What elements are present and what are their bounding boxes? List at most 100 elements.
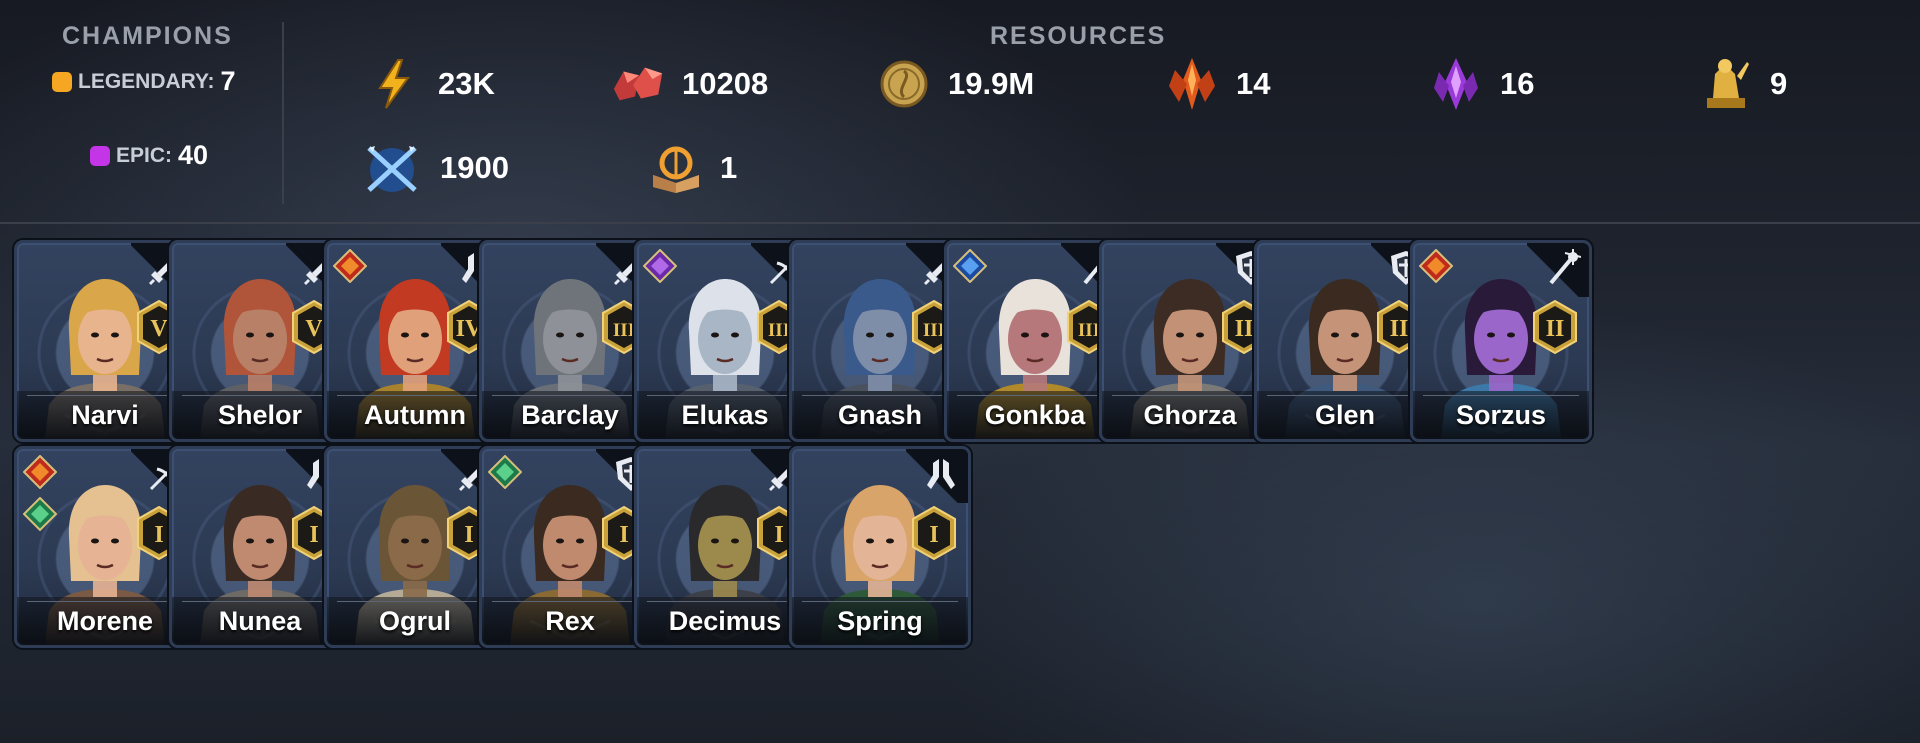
champion-name-bar: Spring — [792, 597, 968, 645]
champion-name-bar: Ogrul — [327, 597, 503, 645]
resource-void-shards[interactable]: 16 — [1428, 56, 1534, 112]
rubies-value: 10208 — [682, 66, 769, 101]
champion-name-bar: Elukas — [637, 391, 813, 439]
champion-name-bar: Decimus — [637, 597, 813, 645]
champions-title: CHAMPIONS — [62, 22, 233, 50]
champion-name: Elukas — [681, 399, 769, 430]
champion-card-spring[interactable]: I Spring — [789, 446, 971, 648]
ancient-shards-value: 14 — [1236, 66, 1271, 101]
silver-coin-icon — [876, 56, 932, 112]
spirit-affinity-icon — [22, 496, 58, 532]
defense-icon — [1543, 249, 1582, 287]
champion-name: Nunea — [218, 605, 302, 636]
svg-text:I: I — [464, 522, 473, 548]
force-affinity-icon — [332, 248, 368, 284]
champion-name: Spring — [837, 605, 923, 636]
champion-name: Gonkba — [984, 399, 1086, 430]
champion-name-bar: Gonkba — [947, 391, 1123, 439]
champion-name-bar: Barclay — [482, 391, 658, 439]
void-affinity-icon — [642, 248, 678, 284]
svg-text:II: II — [1390, 316, 1409, 342]
svg-text:I: I — [619, 522, 628, 548]
champion-name-bar: Glen — [1257, 391, 1433, 439]
champions-summary: CHAMPIONS LEGENDARY: 7 EPIC: 40 — [0, 0, 282, 222]
legendary-count-row: LEGENDARY: 7 — [52, 66, 236, 97]
void-shard-icon — [1428, 56, 1484, 112]
epic-count: 40 — [178, 140, 209, 170]
svg-text:III: III — [1078, 320, 1100, 341]
svg-text:I: I — [309, 522, 318, 548]
force-affinity-icon — [22, 454, 58, 490]
header-divider — [282, 22, 284, 204]
gold-statues-value: 9 — [1770, 66, 1788, 101]
resource-silver[interactable]: 19.9M — [876, 56, 1034, 112]
legendary-count: 7 — [220, 66, 236, 96]
champion-name-bar: Morene — [17, 597, 193, 645]
svg-text:III: III — [768, 320, 790, 341]
epic-dot-icon — [90, 145, 110, 166]
silver-value: 19.9M — [948, 66, 1035, 101]
resource-tomes[interactable]: 1 — [648, 140, 737, 196]
champion-name: Glen — [1314, 399, 1375, 430]
force-affinity-icon — [1418, 248, 1454, 284]
champion-name: Narvi — [71, 399, 139, 430]
resources-title: RESOURCES — [990, 22, 1167, 50]
arena-tokens-value: 1900 — [440, 150, 509, 185]
champion-name: Barclay — [521, 399, 619, 430]
svg-text:II: II — [1235, 316, 1254, 342]
svg-text:I: I — [929, 522, 938, 548]
svg-text:III: III — [923, 320, 945, 341]
champion-name: Autumn — [364, 399, 466, 430]
arena-tokens-icon — [360, 140, 424, 196]
legendary-label: LEGENDARY: — [78, 69, 215, 93]
champion-name: Sorzus — [1455, 399, 1547, 430]
energy-icon — [366, 56, 422, 112]
header-panel: CHAMPIONS LEGENDARY: 7 EPIC: 40 RESOURCE… — [0, 0, 1920, 224]
rank-badge-icon: I — [910, 505, 958, 561]
tome-icon — [648, 140, 704, 196]
champion-name: Shelor — [217, 399, 303, 430]
rank-badge-icon: II — [1531, 299, 1579, 355]
champion-name-bar: Shelor — [172, 391, 348, 439]
svg-text:I: I — [154, 522, 163, 548]
svg-text:V: V — [305, 316, 323, 342]
champion-name-bar: Nunea — [172, 597, 348, 645]
support-icon — [922, 455, 960, 493]
ruby-icon — [610, 56, 666, 112]
resource-gold-statues[interactable]: 9 — [1698, 56, 1787, 112]
champion-name-bar: Sorzus — [1413, 391, 1589, 439]
champion-card-glen[interactable]: II Glen — [1254, 240, 1436, 442]
champion-name-bar: Ghorza — [1102, 391, 1278, 439]
svg-text:III: III — [613, 320, 635, 341]
resource-arena-tokens[interactable]: 1900 — [360, 140, 509, 196]
champion-name-bar: Rex — [482, 597, 658, 645]
resource-rubies[interactable]: 10208 — [610, 56, 768, 112]
ancient-shard-icon — [1164, 56, 1220, 112]
resource-ancient-shards[interactable]: 14 — [1164, 56, 1270, 112]
champion-roster: V Narvi V Shelor IV Autumn III Barclay III Elukas… — [14, 240, 1914, 730]
champion-name: Rex — [545, 605, 595, 636]
gold-statue-icon — [1698, 56, 1754, 112]
champion-card-sorzus[interactable]: II Sorzus — [1410, 240, 1592, 442]
resource-energy[interactable]: 23K — [366, 56, 495, 112]
header-separator — [0, 222, 1920, 224]
champion-name: Ghorza — [1143, 399, 1237, 430]
champion-name: Decimus — [668, 605, 782, 636]
champion-name-bar: Autumn — [327, 391, 503, 439]
spirit-affinity-icon — [487, 454, 523, 490]
void-shards-value: 16 — [1500, 66, 1535, 101]
energy-value: 23K — [438, 66, 495, 101]
epic-count-row: EPIC: 40 — [90, 140, 208, 171]
champion-name-bar: Gnash — [792, 391, 968, 439]
champion-name-bar: Narvi — [17, 391, 193, 439]
magic-affinity-icon — [952, 248, 988, 284]
champion-name: Gnash — [837, 399, 923, 430]
tomes-value: 1 — [720, 150, 738, 185]
champion-name: Ogrul — [379, 605, 451, 636]
legendary-dot-icon — [52, 71, 72, 92]
epic-label: EPIC: — [116, 143, 173, 167]
svg-text:I: I — [774, 522, 783, 548]
svg-text:V: V — [150, 316, 168, 342]
champion-name: Morene — [56, 605, 154, 636]
svg-text:II: II — [1546, 316, 1565, 342]
